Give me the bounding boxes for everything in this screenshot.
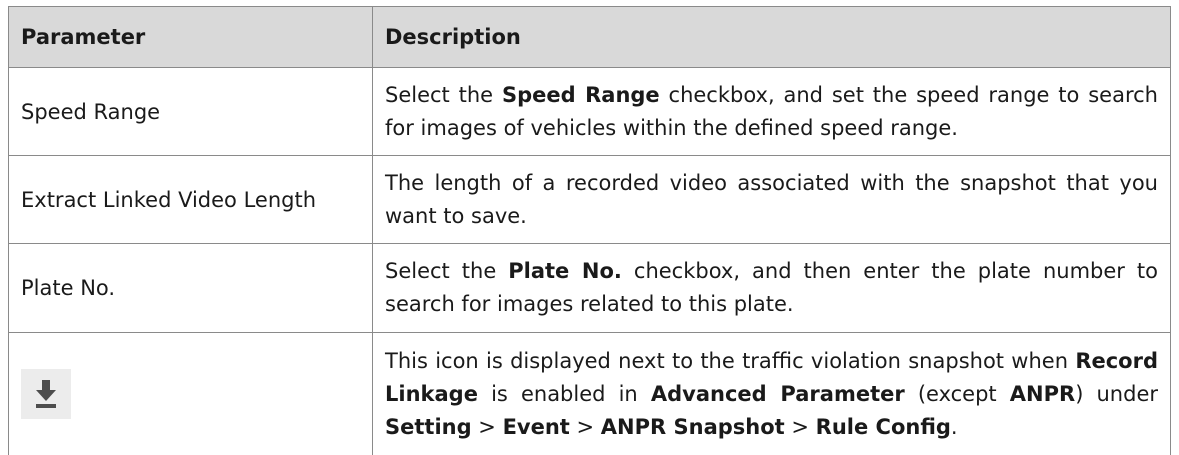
table-row: Speed Range Select the Speed Range check…: [9, 68, 1171, 156]
description-bold-term: ANPR: [1010, 382, 1075, 406]
description-text: ) under: [1075, 382, 1158, 406]
download-icon: [21, 369, 71, 419]
description-bold-term: Speed Range: [502, 83, 660, 107]
description-text: This icon is displayed next to the traff…: [385, 349, 1075, 373]
table-row: This icon is displayed next to the traff…: [9, 333, 1171, 455]
table-row: Extract Linked Video Length The length o…: [9, 156, 1171, 244]
description-cell: This icon is displayed next to the traff…: [373, 333, 1171, 455]
table-row: Plate No. Select the Plate No. checkbox,…: [9, 244, 1171, 333]
header-description: Description: [373, 7, 1171, 68]
description-text: Select the: [385, 259, 508, 283]
table-header-row: Parameter Description: [9, 7, 1171, 68]
description-cell: Select the Plate No. checkbox, and then …: [373, 244, 1171, 333]
parameter-cell: Extract Linked Video Length: [9, 156, 373, 244]
parameter-cell: Speed Range: [9, 68, 373, 156]
parameter-cell: [9, 333, 373, 455]
description-cell: The length of a recorded video associate…: [373, 156, 1171, 244]
parameter-table: Parameter Description Speed Range Select…: [8, 6, 1171, 455]
parameter-cell: Plate No.: [9, 244, 373, 333]
description-bold-term: Advanced Parameter: [651, 382, 905, 406]
description-cell: Select the Speed Range checkbox, and set…: [373, 68, 1171, 156]
description-text: is enabled in: [478, 382, 651, 406]
description-text: Select the: [385, 83, 502, 107]
header-parameter: Parameter: [9, 7, 373, 68]
description-text: The length of a recorded video associate…: [385, 171, 1158, 228]
parameter-table-container: Parameter Description Speed Range Select…: [8, 6, 1170, 455]
download-arrow-graphic: [35, 378, 57, 410]
description-text: (except: [905, 382, 1010, 406]
description-bold-term: Plate No.: [508, 259, 622, 283]
